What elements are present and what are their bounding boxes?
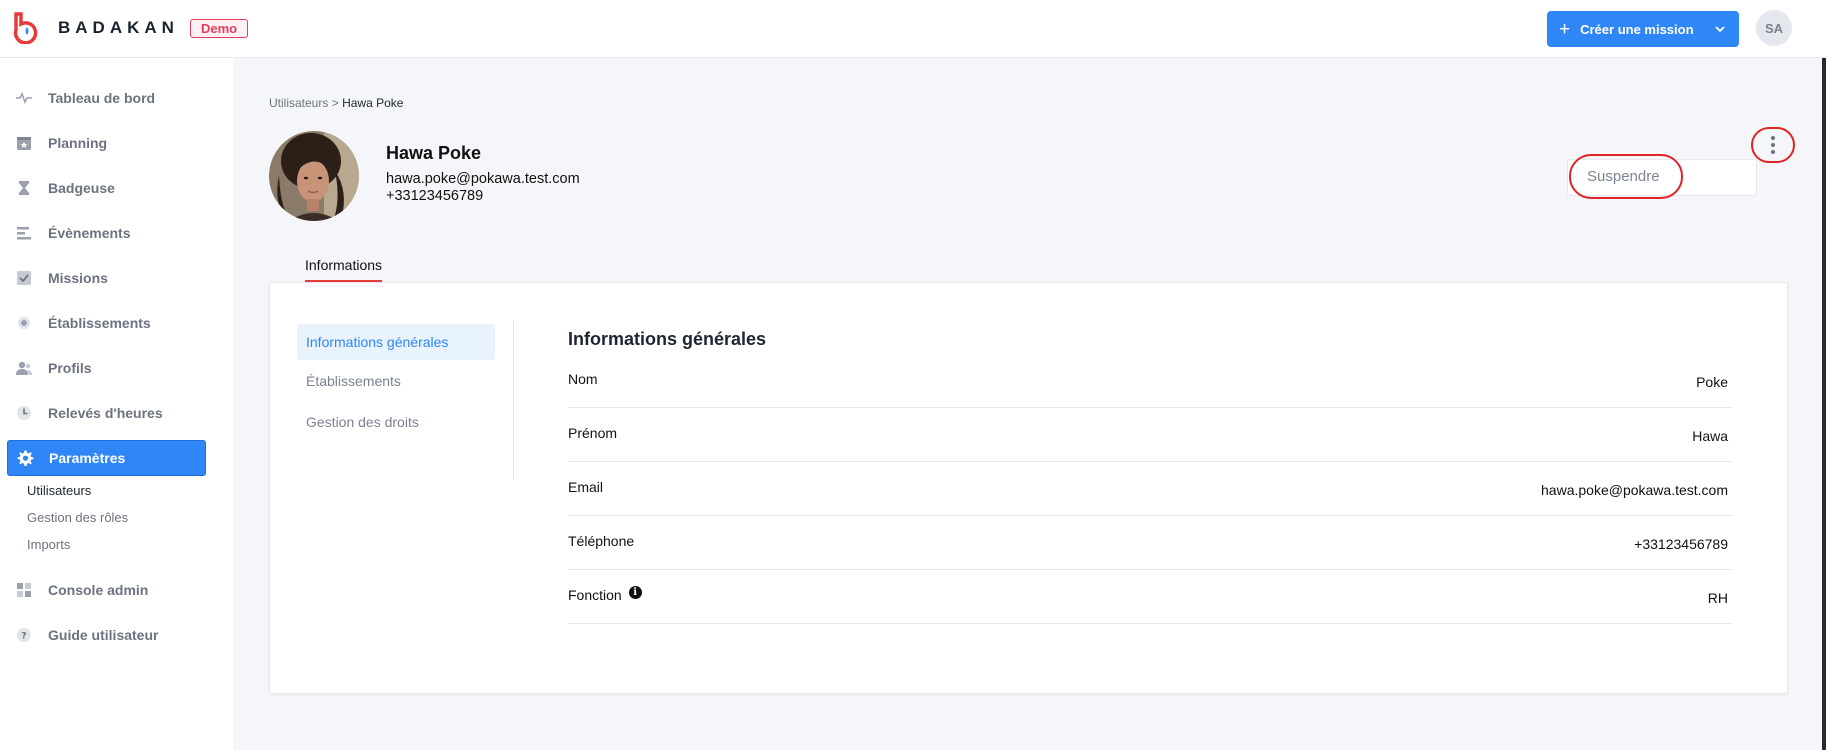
row-value: RH [1707, 590, 1728, 606]
badakan-logo-icon[interactable] [12, 12, 42, 44]
row-label: Email [568, 479, 604, 495]
sidebar-item-label: Profils [48, 360, 92, 376]
plus-icon: + [1559, 18, 1571, 40]
info-icon[interactable]: i [628, 585, 642, 599]
tab-informations[interactable]: Informations [305, 257, 383, 282]
breadcrumb-separator: > [331, 96, 339, 110]
sidebar-item-label: Paramètres [49, 450, 126, 466]
profile-email: hawa.poke@pokawa.test.com [386, 171, 580, 187]
info-row-telephone: Téléphone +33123456789 [568, 516, 1732, 570]
sidebar-item-label: Badgeuse [48, 180, 115, 196]
top-bar: BADAKAN Demo + Créer une mission SA [0, 0, 1826, 58]
sidebar-item-label: Planning [48, 135, 108, 151]
row-value: hawa.poke@pokawa.test.com [1541, 482, 1728, 498]
sidebar-item-guide-utilisateur[interactable]: ? Guide utilisateur [7, 616, 206, 654]
info-row-email: Email hawa.poke@pokawa.test.com [568, 462, 1732, 516]
sidebar-item-profils[interactable]: Profils [7, 349, 206, 387]
sidebar-subitem-imports[interactable]: Imports [27, 537, 70, 552]
more-options-icon[interactable] [1751, 127, 1795, 163]
row-label-wrap: Fonction i [568, 585, 642, 603]
card-tab-etablissements[interactable]: Établissements [297, 363, 495, 399]
pulse-icon [15, 89, 33, 107]
card-divider [513, 320, 514, 480]
sidebar-item-releves-heures[interactable]: Relevés d'heures [7, 394, 206, 432]
card-tab-informations-generales[interactable]: Informations générales [297, 324, 495, 360]
location-icon [15, 314, 33, 332]
create-mission-label: Créer une mission [1580, 21, 1694, 37]
calendar-star-icon [15, 134, 33, 152]
sidebar: Tableau de bord Planning Badgeuse Évènem… [0, 58, 233, 750]
card-tab-gestion-droits[interactable]: Gestion des droits [297, 404, 495, 440]
chevron-down-icon[interactable] [1713, 22, 1727, 36]
user-avatar[interactable]: SA [1756, 10, 1792, 46]
sidebar-item-etablissements[interactable]: Établissements [7, 304, 206, 342]
sidebar-item-label: Évènements [48, 225, 131, 241]
sidebar-item-parametres[interactable]: Paramètres [7, 440, 206, 476]
sidebar-item-evenements[interactable]: Évènements [7, 214, 206, 252]
row-label: Téléphone [568, 533, 635, 549]
sidebar-item-label: Missions [48, 270, 108, 286]
profile-photo [269, 131, 359, 221]
help-icon: ? [15, 626, 33, 644]
sidebar-item-console-admin[interactable]: Console admin [7, 571, 206, 609]
grid-icon [15, 581, 33, 599]
sidebar-item-label: Relevés d'heures [48, 405, 163, 421]
demo-badge: Demo [190, 19, 249, 38]
row-label: Nom [568, 371, 598, 387]
section-title: Informations générales [568, 329, 767, 349]
sidebar-item-missions[interactable]: Missions [7, 259, 206, 297]
row-label: Fonction [568, 587, 622, 603]
sidebar-item-tableau-de-bord[interactable]: Tableau de bord [7, 79, 206, 117]
sidebar-item-label: Tableau de bord [48, 90, 156, 106]
info-row-fonction: Fonction i RH [568, 570, 1732, 624]
row-value: Hawa [1692, 428, 1728, 444]
info-card: Informations générales Établissements Ge… [269, 282, 1788, 694]
profile-name: Hawa Poke [386, 143, 482, 163]
create-mission-button[interactable]: + Créer une mission [1547, 11, 1739, 47]
sidebar-item-planning[interactable]: Planning [7, 124, 206, 162]
breadcrumb-current: Hawa Poke [342, 96, 404, 110]
sidebar-subitem-gestion-roles[interactable]: Gestion des rôles [27, 510, 128, 525]
hourglass-icon [15, 179, 33, 197]
brand-name: BADAKAN [58, 18, 179, 37]
clock-icon [15, 404, 33, 422]
sidebar-item-label: Console admin [48, 582, 149, 598]
sidebar-item-label: Établissements [48, 315, 151, 331]
breadcrumb: Utilisateurs > Hawa Poke [269, 96, 403, 110]
users-icon [15, 359, 33, 377]
svg-text:?: ? [21, 632, 26, 642]
info-row-nom: Nom Poke [568, 354, 1732, 408]
suspend-button[interactable]: Suspendre [1569, 154, 1683, 199]
row-label: Prénom [568, 425, 618, 441]
sidebar-item-badgeuse[interactable]: Badgeuse [7, 169, 206, 207]
timeline-icon [15, 224, 33, 242]
row-value: +33123456789 [1634, 536, 1728, 552]
row-value: Poke [1696, 374, 1728, 390]
checkbox-icon [15, 269, 33, 287]
window-edge [1822, 58, 1826, 750]
sidebar-subitem-utilisateurs[interactable]: Utilisateurs [27, 483, 91, 498]
profile-phone: +33123456789 [386, 188, 484, 204]
breadcrumb-parent[interactable]: Utilisateurs [269, 96, 328, 110]
info-row-prenom: Prénom Hawa [568, 408, 1732, 462]
sidebar-item-label: Guide utilisateur [48, 627, 159, 643]
gear-icon [16, 449, 34, 467]
